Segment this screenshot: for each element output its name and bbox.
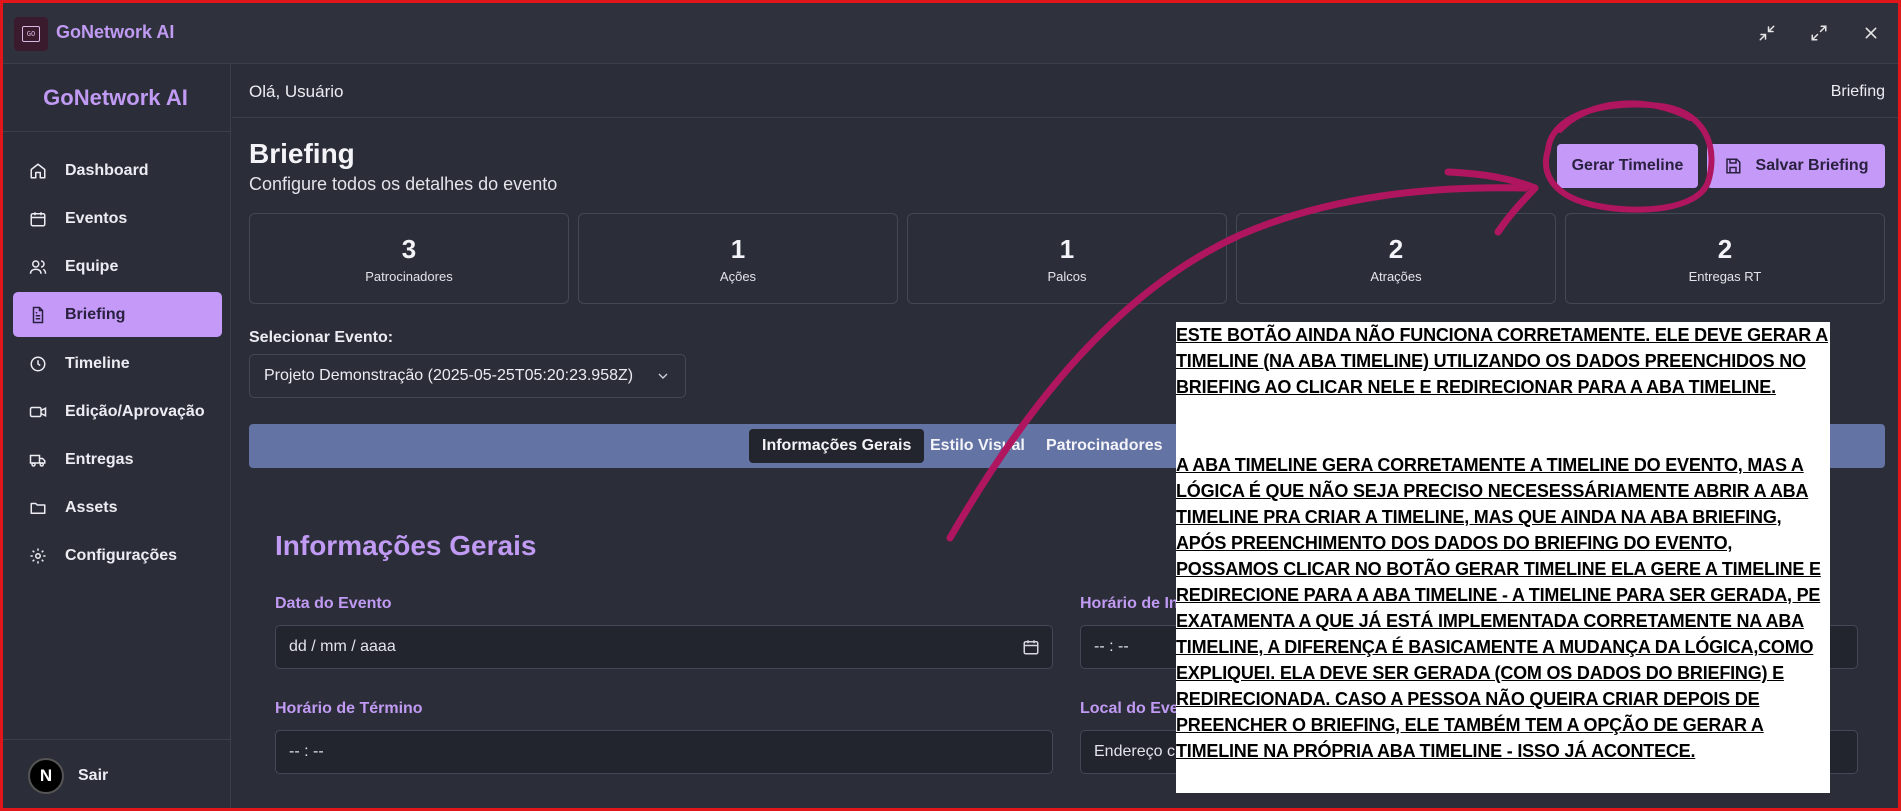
end-time-field[interactable]: -- : -- <box>275 730 1053 774</box>
sidebar-item-timeline[interactable]: Timeline <box>13 341 222 386</box>
sidebar-item-label: Assets <box>65 498 118 516</box>
main-header: Olá, Usuário Briefing <box>232 64 1901 118</box>
section-title: Informações Gerais <box>275 530 537 561</box>
file-text-icon <box>29 306 47 324</box>
home-icon <box>29 162 47 180</box>
calendar-icon <box>29 210 47 228</box>
folder-icon <box>29 499 47 517</box>
tab-patrocinadores[interactable]: Patrocinadores <box>1033 429 1175 463</box>
close-icon[interactable] <box>1860 22 1882 44</box>
stat-value: 1 <box>730 233 746 264</box>
event-date-label: Data do Evento <box>275 595 392 612</box>
sidebar-footer: N Sair <box>0 739 231 811</box>
page-subtitle: Configure todos os detalhes do evento <box>249 174 558 194</box>
sidebar-item-eventos[interactable]: Eventos <box>13 196 222 241</box>
sidebar-item-assets[interactable]: Assets <box>13 485 222 530</box>
calendar-icon[interactable] <box>1022 638 1040 656</box>
sidebar-item-label: Edição/Aprovação <box>65 402 205 420</box>
stat-value: 2 <box>1388 233 1404 264</box>
end-time-placeholder: -- : -- <box>289 743 324 760</box>
location-placeholder: Endereço c <box>1094 743 1175 760</box>
sidebar-item-label: Eventos <box>65 209 128 227</box>
end-time-label: Horário de Término <box>275 700 423 717</box>
save-icon <box>1724 157 1742 175</box>
event-select-label: Selecionar Evento: <box>249 329 394 346</box>
event-select[interactable]: Projeto Demonstração (2025-05-25T05:20:2… <box>249 354 686 398</box>
sidebar-item-label: Entregas <box>65 450 134 468</box>
sidebar-item-briefing[interactable]: Briefing <box>13 292 222 337</box>
tab-estilo-visual[interactable]: Estilo Visual <box>917 429 1038 463</box>
save-briefing-label: Salvar Briefing <box>1755 157 1869 174</box>
sidebar-item-equipe[interactable]: Equipe <box>13 244 222 289</box>
stat-label: Patrocinadores <box>365 268 453 284</box>
sidebar-item-edicao-aprovacao[interactable]: Edição/Aprovação <box>13 389 222 434</box>
sidebar-item-label: Timeline <box>65 354 130 372</box>
stat-label: Entregas RT <box>1688 268 1762 284</box>
breadcrumb: Briefing <box>1830 83 1885 100</box>
sidebar-item-configuracoes[interactable]: Configurações <box>13 533 222 578</box>
annotation-paragraph-1: ESTE BOTÃO AINDA NÃO FUNCIONA CORRETAMEN… <box>1176 325 1829 397</box>
logout-button[interactable]: Sair <box>78 767 108 785</box>
sidebar-item-dashboard[interactable]: Dashboard <box>13 148 222 193</box>
stat-card-entregas-rt: 2 Entregas RT <box>1565 213 1885 304</box>
sidebar-brand: GoNetwork AI <box>0 64 231 132</box>
chevron-down-icon <box>655 368 671 384</box>
maximize-icon[interactable] <box>1808 22 1830 44</box>
event-date-field[interactable]: dd / mm / aaaa <box>275 625 1053 669</box>
stat-label: Ações <box>719 268 757 284</box>
stat-value: 2 <box>1717 233 1733 264</box>
event-select-value: Projeto Demonstração (2025-05-25T05:20:2… <box>264 367 634 384</box>
location-label: Local do Eve <box>1080 700 1179 717</box>
truck-icon <box>29 451 47 469</box>
window-titlebar: GO GoNetwork AI <box>0 0 1901 64</box>
annotation-note: ESTE BOTÃO AINDA NÃO FUNCIONA CORRETAMEN… <box>1176 322 1830 793</box>
stat-label: Palcos <box>1047 268 1087 284</box>
sidebar-item-entregas[interactable]: Entregas <box>13 437 222 482</box>
generate-timeline-button[interactable]: Gerar Timeline <box>1557 144 1698 188</box>
minimize-icon[interactable] <box>1756 22 1778 44</box>
app-logo: GO <box>14 17 48 51</box>
user-greeting: Olá, Usuário <box>249 82 344 101</box>
annotation-paragraph-2: A ABA TIMELINE GERA CORRETAMENTE A TIMEL… <box>1176 455 1821 761</box>
page-title: Briefing <box>249 138 355 169</box>
stat-card-palcos: 1 Palcos <box>907 213 1227 304</box>
stat-value: 1 <box>1059 233 1075 264</box>
save-briefing-button[interactable]: Salvar Briefing <box>1707 144 1885 188</box>
event-date-placeholder: dd / mm / aaaa <box>289 638 396 655</box>
sidebar-item-label: Configurações <box>65 546 178 564</box>
stat-card-atracoes: 2 Atrações <box>1236 213 1556 304</box>
users-icon <box>29 258 47 276</box>
gear-icon <box>29 547 47 565</box>
window-title: GoNetwork AI <box>56 22 175 42</box>
stat-card-patrocinadores: 3 Patrocinadores <box>249 213 569 304</box>
app-logo-mark: GO <box>22 26 40 42</box>
video-icon <box>29 403 47 421</box>
clock-icon <box>29 355 47 373</box>
stat-value: 3 <box>401 233 417 264</box>
sidebar-item-label: Dashboard <box>65 161 149 179</box>
stat-label: Atrações <box>1370 268 1422 284</box>
avatar[interactable]: N <box>28 757 64 794</box>
start-time-placeholder: -- : -- <box>1094 638 1129 655</box>
start-time-label: Horário de In <box>1080 595 1179 612</box>
sidebar-item-label: Equipe <box>65 257 119 275</box>
sidebar-item-label: Briefing <box>65 305 126 323</box>
stat-card-acoes: 1 Ações <box>578 213 898 304</box>
tab-informacoes-gerais[interactable]: Informações Gerais <box>749 429 925 463</box>
